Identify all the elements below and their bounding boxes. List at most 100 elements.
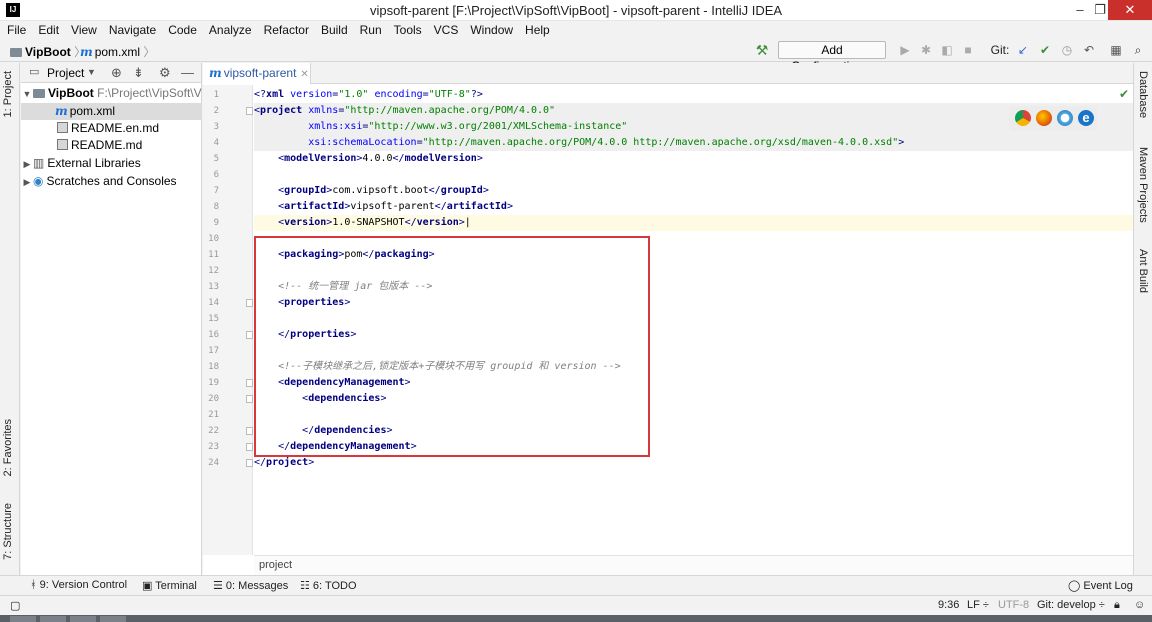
breadcrumb-root-label: VipBoot [25,45,71,59]
code-line[interactable]: <project xmlns="http://maven.apache.org/… [254,103,1133,119]
fold-marker-icon[interactable] [246,395,253,403]
maven-tool-tab[interactable]: Maven Projects [1137,147,1149,223]
tab-vipsoft-parent[interactable]: m vipsoft-parent ✕ [203,63,311,84]
close-tab-icon[interactable]: ✕ [300,69,308,80]
code-line[interactable]: xsi:schemaLocation="http://maven.apache.… [254,135,1133,151]
fold-marker-icon[interactable] [246,459,253,467]
run-icon[interactable]: ▶ [897,42,913,58]
code-line[interactable]: <?xml version="1.0" encoding="UTF-8"?> [254,87,1133,103]
chevron-right-icon[interactable]: ▶ [21,156,33,172]
tree-item-pom-xml[interactable]: m pom.xml [21,103,202,120]
line-number: 17 [208,346,219,356]
add-configuration-button[interactable]: Add Configuration... [778,41,886,73]
menu-file[interactable]: File [0,21,31,38]
coverage-icon[interactable]: ◧ [939,42,955,58]
taskbar-item[interactable] [10,616,36,622]
browser-preview-bar: e [1009,106,1097,131]
event-log-label: Event Log [1083,580,1133,592]
code-line[interactable]: <artifactId>vipsoft-parent</artifactId> [254,199,1133,215]
code-line[interactable]: <modelVersion>4.0.0</modelVersion> [254,151,1133,167]
taskbar-item[interactable] [100,616,126,622]
menu-build[interactable]: Build [314,21,353,38]
collapse-all-icon[interactable]: ⇟ [133,65,144,81]
debug-icon[interactable]: ✱ [918,42,934,58]
terminal-tab[interactable]: ▣ Terminal [142,579,197,592]
fold-marker-icon[interactable] [246,443,253,451]
menu-window[interactable]: Window [463,21,518,38]
tree-item-external-libraries[interactable]: ▶ ▥ External Libraries [21,155,202,172]
build-hammer-icon[interactable]: ⚒ [754,42,770,58]
code-line[interactable]: xmlns:xsi="http://www.w3.org/2001/XMLSch… [254,119,1133,135]
menu-code[interactable]: Code [161,21,202,38]
menu-run[interactable]: Run [353,21,387,38]
taskbar-item[interactable] [40,616,66,622]
git-revert-icon[interactable]: ↶ [1081,42,1097,58]
git-commit-icon[interactable]: ✔ [1037,42,1053,58]
close-button[interactable]: ✕ [1108,0,1152,20]
safari-icon[interactable] [1057,110,1073,126]
notifications-icon[interactable]: ☺ [1134,599,1145,611]
git-branch[interactable]: Git: develop ÷ [1037,599,1105,611]
code-line[interactable]: <version>1.0-SNAPSHOT</version>| [254,215,1133,231]
messages-tab[interactable]: ☰ 0: Messages [213,579,288,592]
event-log-tab[interactable]: ◯ Event Log [1068,579,1133,592]
chevron-down-icon[interactable]: ▼ [87,67,96,77]
menu-refactor[interactable]: Refactor [257,21,314,38]
stop-icon[interactable]: ■ [960,42,976,58]
code-token: ?> [470,89,483,100]
file-encoding[interactable]: UTF-8 [998,599,1029,611]
inspection-ok-icon[interactable]: ✔ [1119,87,1129,101]
maven-icon: m [55,104,68,118]
edge-icon[interactable]: e [1078,110,1094,126]
git-history-icon[interactable]: ◷ [1059,42,1075,58]
fold-marker-icon[interactable] [246,379,253,387]
line-number: 10 [208,234,219,244]
tree-item-vipboot[interactable]: ▼ VipBoot F:\Project\VipSoft\Vi [21,85,202,102]
code-line[interactable] [254,167,1133,183]
database-tool-tab[interactable]: Database [1137,71,1149,118]
fold-marker-icon[interactable] [246,331,253,339]
tool-windows-toggle-icon[interactable]: ▢ [10,599,20,612]
chevron-down-icon[interactable]: ▼ [21,86,33,102]
project-view-dropdown[interactable]: Project [47,66,84,80]
version-control-tab[interactable]: ᚼ 9: Version Control [30,579,127,591]
search-icon[interactable]: ⌕ [1130,42,1146,58]
code-line[interactable]: </project> [254,455,1133,471]
menu-view[interactable]: View [64,21,102,38]
caret-position[interactable]: 9:36 [938,599,959,611]
structure-tool-tab[interactable]: 7: Structure [2,503,14,560]
chrome-icon[interactable] [1015,110,1031,126]
code-token: encoding [374,89,423,100]
editor-breadcrumb[interactable]: project [254,555,1133,575]
favorites-tool-tab[interactable]: 2: Favorites [2,419,14,476]
hide-panel-icon[interactable]: — [181,65,194,80]
todo-tab[interactable]: ☷ 6: TODO [300,579,357,592]
breadcrumb-file[interactable]: m pom.xml 〉 [80,43,155,60]
locate-icon[interactable]: ⊕ [111,65,122,81]
fold-marker-icon[interactable] [246,427,253,435]
menu-tools[interactable]: Tools [387,21,427,38]
firefox-icon[interactable] [1036,110,1052,126]
tree-item-readme-en[interactable]: README.en.md [21,120,202,137]
git-update-icon[interactable]: ↙ [1015,42,1031,58]
code-line[interactable]: <groupId>com.vipsoft.boot</groupId> [254,183,1133,199]
project-structure-icon[interactable]: ▦ [1108,42,1124,58]
menu-navigate[interactable]: Navigate [102,21,161,38]
tree-item-readme[interactable]: README.md [21,137,202,154]
breadcrumb-root[interactable]: VipBoot 〉 [10,43,86,60]
tree-item-scratches[interactable]: ▶ ◉ Scratches and Consoles [21,173,202,190]
lock-icon[interactable]: 🔒︎ [1114,599,1120,612]
fold-marker-icon[interactable] [246,107,253,115]
project-tool-tab[interactable]: 1: Project [2,71,14,117]
menu-analyze[interactable]: Analyze [202,21,257,38]
menu-vcs[interactable]: VCS [427,21,464,38]
menu-edit[interactable]: Edit [31,21,64,38]
gear-icon[interactable]: ⚙ [159,65,171,81]
code-token: <? [254,89,267,100]
menu-help[interactable]: Help [518,21,555,38]
ant-build-tool-tab[interactable]: Ant Build [1137,249,1149,293]
chevron-right-icon[interactable]: ▶ [21,174,33,190]
fold-marker-icon[interactable] [246,299,253,307]
taskbar-item[interactable] [70,616,96,622]
line-separator[interactable]: LF ÷ [967,599,989,611]
